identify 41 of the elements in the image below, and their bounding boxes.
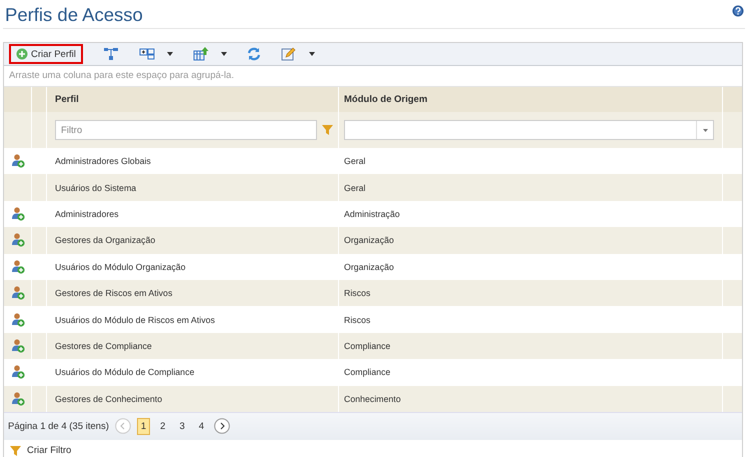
table-cell-text: Administração — [343, 208, 401, 221]
table-cell-text: Usuários do Módulo de Compliance — [54, 366, 196, 380]
page-link[interactable]: 3 — [175, 418, 189, 435]
page-summary: Página 1 de 4 (35 itens) — [8, 420, 109, 432]
user-add-icon[interactable] — [10, 154, 24, 168]
user-add-icon[interactable] — [10, 206, 24, 221]
export-icon[interactable] — [192, 47, 209, 61]
page-link[interactable]: 4 — [194, 418, 208, 435]
refresh-icon[interactable] — [246, 47, 261, 61]
user-add-icon[interactable] — [10, 338, 24, 353]
table-cell-text: Usuários do Módulo de Riscos em Ativos — [54, 314, 216, 327]
table-cell-text: Riscos — [343, 314, 372, 327]
edit-icon[interactable] — [280, 47, 297, 61]
caret-icon — [702, 128, 708, 132]
page-link[interactable]: 2 — [156, 418, 170, 435]
table-cell-text: Compliance — [343, 366, 392, 380]
user-add-icon[interactable] — [10, 392, 24, 406]
user-add-icon[interactable] — [10, 286, 24, 300]
filter-icon — [10, 446, 21, 456]
table-cell-text: Administradores Globais — [54, 155, 152, 168]
columns-icon[interactable] — [138, 47, 155, 61]
create-profile-button[interactable]: Criar Perfil — [9, 44, 83, 64]
next-page-icon[interactable] — [214, 418, 230, 434]
create-filter-link[interactable]: Criar Filtro — [27, 445, 72, 456]
user-add-icon[interactable] — [10, 233, 24, 248]
caret-icon[interactable] — [220, 52, 227, 56]
plus-icon — [16, 48, 28, 60]
page-title: Perfis de Acesso — [5, 4, 143, 26]
caret-icon[interactable] — [308, 52, 315, 56]
page-link[interactable]: 1 — [136, 418, 150, 435]
filter-field[interactable]: Filtro — [55, 120, 317, 140]
table-cell-text: Usuários do Módulo Organização — [54, 260, 187, 274]
table-cell-text: Geral — [343, 155, 367, 168]
caret-icon[interactable] — [166, 52, 173, 56]
table-cell-text: Organização — [343, 260, 395, 274]
help-icon[interactable] — [732, 5, 744, 17]
user-add-icon[interactable] — [10, 260, 24, 274]
user-add-icon[interactable] — [10, 365, 24, 380]
hierarchy-icon[interactable] — [102, 47, 119, 61]
user-add-icon[interactable] — [10, 312, 24, 327]
table-cell-text: Administradores — [54, 208, 120, 221]
